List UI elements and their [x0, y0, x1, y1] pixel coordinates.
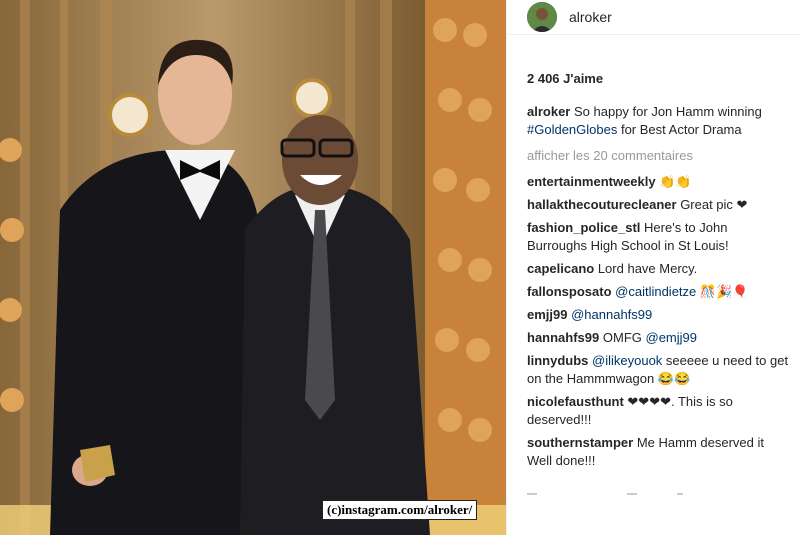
comment-item: southernstamper Me Hamm deserved it Well…: [527, 434, 791, 470]
comment-username[interactable]: fashion_police_stl: [527, 220, 640, 235]
comment-item: emjj99 @hannahfs99: [527, 306, 791, 324]
comment-mention[interactable]: @emjj99: [646, 330, 698, 345]
comment-item: fashion_police_stl Here's to John Burrou…: [527, 219, 791, 255]
post-photo[interactable]: (c)instagram.com/alroker/: [0, 0, 506, 535]
likes-count[interactable]: 2 406 J'aime: [527, 71, 603, 86]
comment-item: nicolefausthunt ❤❤❤❤. This is so deserve…: [527, 393, 791, 429]
comment-text: Lord have Mercy.: [597, 261, 698, 276]
comment-username[interactable]: southernstamper: [527, 435, 633, 450]
comment-text: Great pic ❤: [680, 197, 748, 212]
comment-username[interactable]: capelicano: [527, 261, 594, 276]
comment-text: 🎊🎉🎈: [699, 284, 749, 299]
show-more-comments-link[interactable]: afficher les 20 commentaires: [527, 147, 791, 165]
header-username[interactable]: alroker: [569, 9, 612, 25]
caption-text-2: for Best Actor Drama: [620, 122, 742, 137]
comment-username[interactable]: nicolefausthunt: [527, 394, 624, 409]
comment-item: hannahfs99 OMFG @emjj99: [527, 329, 791, 347]
caption: alroker So happy for Jon Hamm winning #G…: [527, 103, 791, 139]
post-header: alroker: [507, 0, 800, 35]
comments-list: alroker So happy for Jon Hamm winning #G…: [527, 103, 791, 475]
comment-username[interactable]: fallonsposato: [527, 284, 612, 299]
comment-item: fallonsposato @caitlindietze 🎊🎉🎈: [527, 283, 791, 301]
post-sidebar: alroker 2 406 J'aime alroker So happy fo…: [506, 0, 800, 535]
comment-item: capelicano Lord have Mercy.: [527, 260, 791, 278]
comment-text: OMFG: [602, 330, 642, 345]
photo-illustration: [0, 0, 506, 535]
comment-username[interactable]: hallakthecouturecleaner: [527, 197, 677, 212]
comment-username[interactable]: hannahfs99: [527, 330, 599, 345]
comment-username[interactable]: linnydubs: [527, 353, 588, 368]
caption-username[interactable]: alroker: [527, 104, 570, 119]
comment-mention[interactable]: @caitlindietze: [615, 284, 696, 299]
photo-credit: (c)instagram.com/alroker/: [322, 500, 478, 520]
comment-mention[interactable]: @hannahfs99: [571, 307, 652, 322]
comment-item: hallakthecouturecleaner Great pic ❤: [527, 196, 791, 214]
comment-username[interactable]: entertainmentweekly: [527, 174, 656, 189]
comment-username[interactable]: emjj99: [527, 307, 567, 322]
comment-text: 👏👏: [659, 174, 692, 189]
avatar-icon: [527, 2, 557, 32]
comment-item: entertainmentweekly 👏👏: [527, 173, 791, 191]
caption-hashtag[interactable]: #GoldenGlobes: [527, 122, 617, 137]
cropped-divider: [527, 493, 683, 495]
avatar[interactable]: [527, 2, 557, 32]
caption-text-1: So happy for Jon Hamm winning: [574, 104, 762, 119]
comment-item: linnydubs @ilikeyouok seeeee u need to g…: [527, 352, 791, 388]
comment-mention[interactable]: @ilikeyouok: [592, 353, 662, 368]
